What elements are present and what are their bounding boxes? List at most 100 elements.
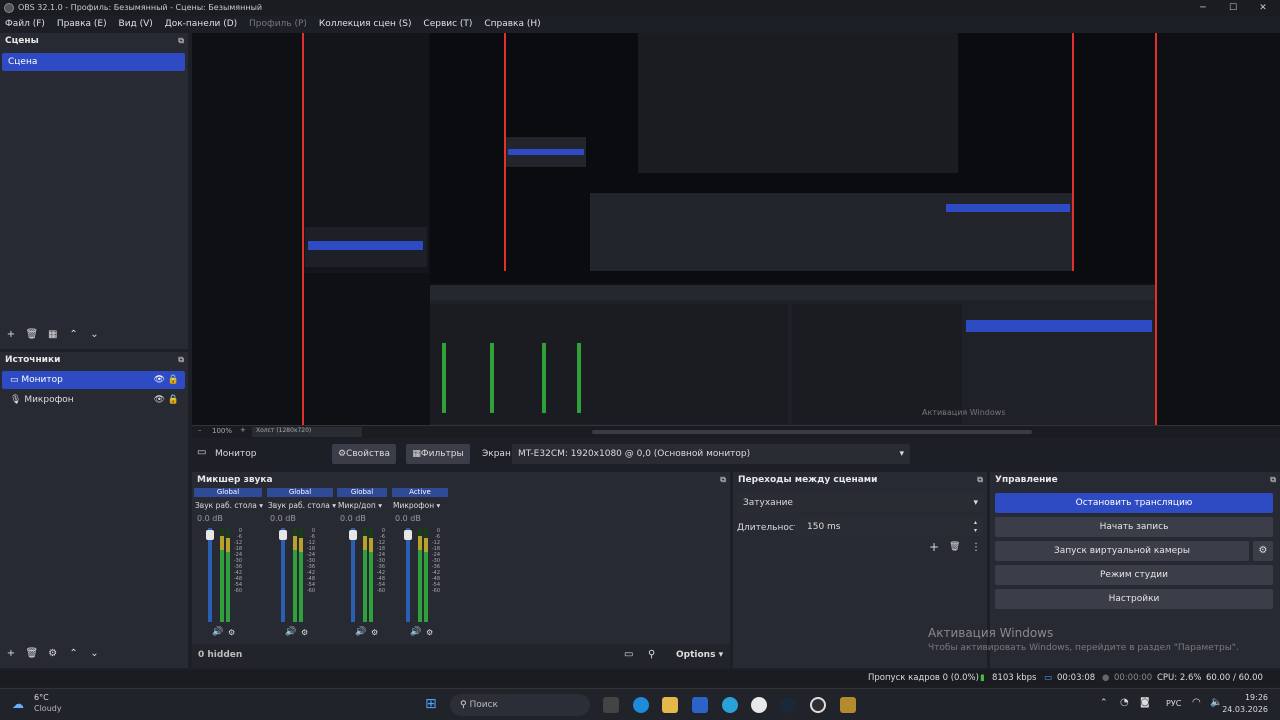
virtual-camera-button[interactable]: Запуск виртуальной камеры <box>995 541 1249 561</box>
transition-select[interactable]: Затухание ▾ <box>737 494 983 512</box>
speaker-icon[interactable]: 🔊 <box>355 627 366 637</box>
options-button[interactable]: Options ▾ <box>676 650 723 660</box>
undock-icon[interactable]: ⧉ <box>977 472 983 488</box>
menu-bar: Файл (F) Правка (E) Вид (V) Док-панели (… <box>0 16 1280 32</box>
language-indicator[interactable]: РУС <box>1166 699 1181 708</box>
undock-icon[interactable]: ⧉ <box>178 352 184 368</box>
link-icon[interactable]: ⚲ <box>648 649 655 660</box>
windows-start-icon[interactable]: ⊞ <box>425 696 437 712</box>
studio-mode-button[interactable]: Режим студии <box>995 565 1273 585</box>
menu-profile[interactable]: Профиль (P) <box>249 19 307 29</box>
close-button[interactable]: ✕ <box>1248 0 1278 16</box>
volume-slider[interactable] <box>281 528 285 622</box>
volume-knob[interactable] <box>206 530 214 540</box>
app-icon[interactable] <box>840 697 856 713</box>
clock-time[interactable]: 19:26 <box>1228 693 1268 702</box>
taskbar-search[interactable]: ⚲ Поиск <box>450 694 590 716</box>
gear-icon[interactable]: ⚙ <box>228 628 235 637</box>
volume-slider[interactable] <box>351 528 355 622</box>
undock-icon[interactable]: ⧉ <box>720 472 726 488</box>
channel-name[interactable]: Звук раб. стола ▾ <box>268 501 336 510</box>
menu-edit[interactable]: Правка (E) <box>57 19 107 29</box>
undock-icon[interactable]: ⧉ <box>1270 472 1276 488</box>
move-down-icon[interactable]: ⌄ <box>86 648 104 659</box>
menu-help[interactable]: Справка (H) <box>484 19 540 29</box>
channel-name[interactable]: Звук раб. стола ▾ <box>195 501 263 510</box>
gear-icon: ⚙ <box>337 449 347 459</box>
channel-db: 0.0 dB <box>340 514 366 523</box>
network-icon[interactable]: ◔ <box>1120 697 1129 708</box>
tray-expand-icon[interactable]: ⌃ <box>1100 698 1108 708</box>
source-toolbar: ▭ Монитор ⚙Свойства ▦Фильтры Экран MT-E3… <box>192 442 1280 466</box>
volume-knob[interactable] <box>404 530 412 540</box>
preview-canvas[interactable]: Активация Windows <box>192 33 1280 426</box>
status-bar: Пропуск кадров 0 (0.0%) ▮ 8103 kbps ▭ 00… <box>0 670 1280 700</box>
canvas-select[interactable]: Холст (1280x720) <box>252 427 362 437</box>
zoom-level[interactable]: 100% <box>212 427 232 435</box>
channel-name[interactable]: Микр/доп ▾ <box>338 501 382 510</box>
speaker-icon[interactable]: 🔊 <box>285 627 296 637</box>
volume-slider[interactable] <box>406 528 410 622</box>
store-icon[interactable] <box>692 697 708 713</box>
menu-view[interactable]: Вид (V) <box>119 19 153 29</box>
add-icon[interactable]: + <box>2 648 20 659</box>
gear-icon[interactable]: ⚙ <box>426 628 433 637</box>
screen-select[interactable]: MT-E32CM: 1920x1080 @ 0,0 (Основной мони… <box>512 444 910 464</box>
menu-file[interactable]: Файл (F) <box>5 19 45 29</box>
eye-icon[interactable]: 👁 <box>154 391 165 409</box>
lock-icon[interactable]: 🔒 <box>168 371 179 389</box>
layout-icon[interactable]: ▭ <box>624 649 633 660</box>
more-icon[interactable]: ⋮ <box>971 542 981 553</box>
explorer-icon[interactable] <box>662 697 678 713</box>
gear-icon[interactable]: ⚙ <box>1253 541 1273 561</box>
stop-stream-button[interactable]: Остановить трансляцию <box>995 493 1273 513</box>
menu-scene-collection[interactable]: Коллекция сцен (S) <box>319 19 412 29</box>
undock-icon[interactable]: ⧉ <box>178 33 184 49</box>
meter-tick: -60 <box>233 588 242 594</box>
volume-knob[interactable] <box>279 530 287 540</box>
scrollbar[interactable] <box>592 430 1032 434</box>
lock-icon[interactable]: 🔒 <box>168 391 179 409</box>
menu-docks[interactable]: Док-панели (D) <box>165 19 237 29</box>
trash-icon[interactable]: 🗑 <box>23 329 41 340</box>
obs-taskbar-icon[interactable] <box>810 697 826 713</box>
trash-icon[interactable]: 🗑 <box>23 648 41 659</box>
speaker-icon[interactable]: 🔊 <box>410 627 421 637</box>
source-item-monitor[interactable]: ▭ Монитор 👁 🔒 <box>2 371 185 389</box>
filter-icon[interactable]: ▦ <box>44 329 62 340</box>
gear-icon[interactable]: ⚙ <box>371 628 378 637</box>
wifi-icon[interactable]: ◠ <box>1192 697 1201 708</box>
app-tray-icon[interactable]: ◙ <box>1140 697 1150 708</box>
start-record-button[interactable]: Начать запись <box>995 517 1273 537</box>
move-down-icon[interactable]: ⌄ <box>86 329 104 340</box>
scene-item[interactable]: Сцена <box>2 53 185 71</box>
source-label: Микрофон <box>24 395 74 405</box>
add-icon[interactable]: + <box>2 329 20 340</box>
trash-icon[interactable]: 🗑 <box>949 542 960 552</box>
clock-date[interactable]: 24.03.2026 <box>1218 705 1268 714</box>
properties-button[interactable]: ⚙Свойства <box>332 444 396 464</box>
edge-icon[interactable] <box>633 697 649 713</box>
move-up-icon[interactable]: ⌃ <box>65 648 83 659</box>
volume-slider[interactable] <box>208 528 212 622</box>
menu-tools[interactable]: Сервис (T) <box>423 19 472 29</box>
minimize-button[interactable]: ─ <box>1188 0 1218 16</box>
duration-input[interactable]: 150 ms ▴ ▾ <box>795 518 983 536</box>
yandex-browser-icon[interactable] <box>751 697 767 713</box>
settings-button[interactable]: Настройки <box>995 589 1273 609</box>
move-up-icon[interactable]: ⌃ <box>65 329 83 340</box>
task-view-icon[interactable] <box>603 697 619 713</box>
steam-icon[interactable] <box>780 697 796 713</box>
speaker-icon[interactable]: 🔊 <box>212 627 223 637</box>
filters-button[interactable]: ▦Фильтры <box>406 444 470 464</box>
activation-watermark-text: Чтобы активировать Windows, перейдите в … <box>928 643 1239 653</box>
volume-knob[interactable] <box>349 530 357 540</box>
add-icon[interactable]: + <box>929 540 939 554</box>
channel-name[interactable]: Микрофон ▾ <box>393 501 440 510</box>
eye-icon[interactable]: 👁 <box>154 371 165 389</box>
maximize-button[interactable]: ☐ <box>1218 0 1248 16</box>
gear-icon[interactable]: ⚙ <box>44 648 62 659</box>
gear-icon[interactable]: ⚙ <box>301 628 308 637</box>
telegram-icon[interactable] <box>722 697 738 713</box>
source-item-microphone[interactable]: 🎙 Микрофон 👁 🔒 <box>2 391 185 409</box>
